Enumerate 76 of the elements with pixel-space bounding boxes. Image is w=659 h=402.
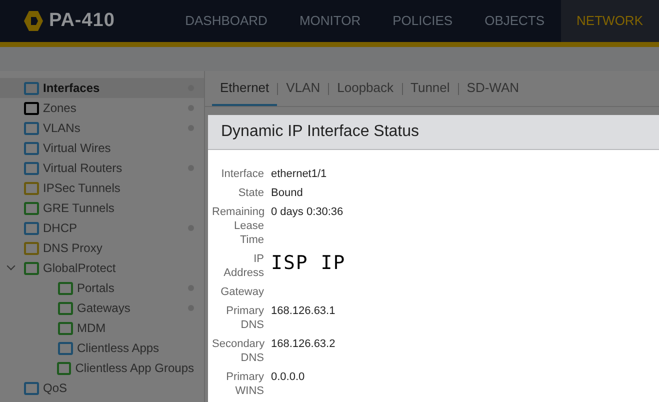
- item-icon: [58, 282, 73, 294]
- field-label: Primary WINS: [225, 370, 264, 398]
- field-value: Bound: [271, 186, 303, 200]
- dialog-title: Dynamic IP Interface Status: [208, 115, 659, 150]
- nav-tab[interactable]: NETWORK: [560, 0, 659, 42]
- tab[interactable]: VLAN: [278, 71, 328, 106]
- item-label: Clientless Apps: [77, 340, 160, 357]
- sidebar-item[interactable]: Virtual Wires: [0, 138, 204, 158]
- item-icon: [58, 322, 73, 334]
- item-label: IPSec Tunnels: [43, 180, 122, 197]
- item-icon: [24, 122, 39, 134]
- item-label: Gateways: [77, 300, 132, 317]
- sidebar-item[interactable]: Gateways: [0, 298, 204, 318]
- item-icon: [24, 142, 39, 154]
- handwritten-text: ISP IP: [271, 253, 346, 273]
- sidebar-item[interactable]: IPSec Tunnels: [0, 178, 204, 198]
- field-label: Primary DNS: [225, 304, 264, 332]
- sidebar-item[interactable]: Portals: [0, 278, 204, 298]
- item-icon: [24, 222, 39, 234]
- field-value: 168.126.63.1: [271, 304, 336, 318]
- item-label: GlobalProtect: [43, 260, 117, 277]
- product-name: PA-410: [49, 8, 115, 33]
- sidebar-item[interactable]: VLANs: [0, 118, 204, 138]
- item-label: GRE Tunnels: [43, 200, 116, 217]
- tab[interactable]: SD-WAN: [458, 71, 528, 106]
- sidebar-item[interactable]: Clientless App Groups: [0, 358, 204, 378]
- sidebar-item[interactable]: Interfaces: [0, 78, 204, 98]
- tab[interactable]: Loopback: [329, 71, 402, 106]
- item-icon: [24, 382, 39, 394]
- item-icon: [24, 262, 39, 274]
- item-icon: [24, 182, 39, 194]
- item-label: QoS: [43, 380, 68, 397]
- nav-tab[interactable]: POLICIES: [376, 0, 469, 42]
- item-icon: [24, 162, 39, 174]
- item-icon: [24, 102, 39, 114]
- sidebar-item[interactable]: GRE Tunnels: [0, 198, 204, 218]
- sidebar-item[interactable]: DNS Proxy: [0, 238, 204, 258]
- item-label: Zones: [43, 100, 78, 117]
- item-label: DHCP: [43, 220, 78, 237]
- field-label: Gateway: [220, 285, 264, 299]
- item-icon: [24, 202, 39, 214]
- field-value: 0 days 0:30:36: [271, 205, 344, 219]
- item-label: Clientless App Groups: [75, 360, 194, 377]
- field-value: ethernet1/1: [271, 167, 327, 181]
- item-icon: [58, 302, 73, 314]
- item-label: DNS Proxy: [43, 240, 104, 257]
- sidebar-item[interactable]: Clientless Apps: [0, 338, 204, 358]
- sidebar-item[interactable]: MDM: [0, 318, 204, 338]
- sidebar-item[interactable]: DHCP: [0, 218, 204, 238]
- logo-icon: [24, 10, 43, 32]
- item-label: Virtual Wires: [43, 140, 112, 157]
- tab[interactable]: Ethernet: [212, 71, 278, 106]
- item-label: Portals: [77, 280, 116, 297]
- sidebar-item[interactable]: Virtual Routers: [0, 158, 204, 178]
- item-label: VLANs: [43, 120, 82, 137]
- field-label: IP Address: [222, 252, 264, 280]
- item-label: MDM: [77, 320, 107, 337]
- item-icon: [24, 82, 39, 94]
- nav-tab[interactable]: DASHBOARD: [169, 0, 284, 42]
- field-label: Secondary DNS: [212, 337, 264, 365]
- field-label: Remaining Lease Time: [212, 205, 264, 247]
- item-label: Interfaces: [43, 80, 101, 97]
- sidebar-item[interactable]: Zones: [0, 98, 204, 118]
- nav-tab[interactable]: MONITOR: [283, 0, 377, 42]
- item-icon: [24, 242, 39, 254]
- item-icon: [56, 362, 72, 374]
- item-label: Virtual Routers: [43, 160, 124, 177]
- tab[interactable]: Tunnel: [402, 71, 458, 106]
- field-label: State: [237, 186, 264, 200]
- sidebar-item[interactable]: GlobalProtect: [0, 258, 204, 278]
- field-value: 168.126.63.2: [271, 337, 336, 351]
- sidebar-item[interactable]: QoS: [0, 378, 204, 398]
- item-icon: [58, 342, 73, 354]
- nav-tab[interactable]: OBJECTS: [468, 0, 561, 42]
- field-value: 0.0.0.0: [271, 370, 305, 384]
- field-label: Interface: [220, 167, 264, 181]
